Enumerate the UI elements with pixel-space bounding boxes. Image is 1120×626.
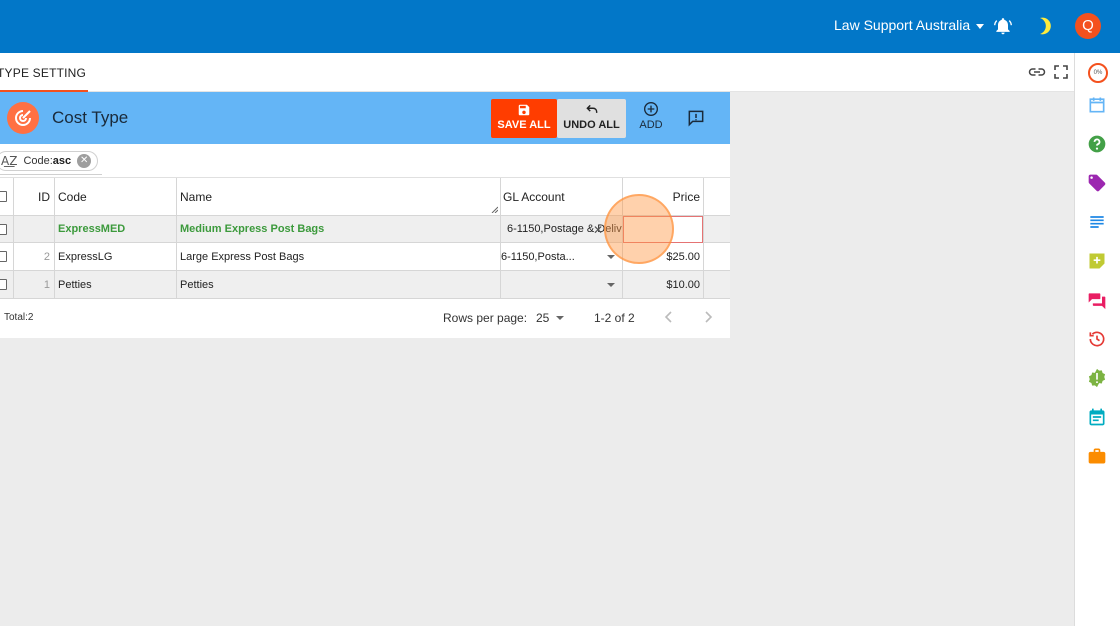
right-rail: 0%	[1074, 53, 1120, 626]
table-header-row: ID Code Name GL Account Price	[0, 177, 730, 216]
feedback-icon[interactable]	[686, 108, 706, 128]
col-header-name[interactable]: Name	[177, 178, 501, 215]
alert-badge-icon[interactable]	[1087, 368, 1107, 388]
sort-chip-key: Code:	[23, 155, 53, 167]
undo-icon	[585, 104, 597, 113]
select-all-checkbox[interactable]	[0, 191, 7, 202]
dark-mode-moon-icon[interactable]	[1035, 15, 1055, 37]
clear-icon[interactable]: ✕	[593, 223, 603, 237]
panel-header: Cost Type SAVE ALL UNDO ALL ADD	[0, 92, 730, 144]
help-icon[interactable]	[1087, 134, 1107, 154]
price-input[interactable]	[623, 216, 703, 243]
row-checkbox[interactable]	[0, 223, 7, 235]
add-button[interactable]: ADD	[634, 100, 668, 138]
tab-strip: TYPE SETTING	[0, 53, 1074, 92]
total-count: Total:2	[4, 312, 34, 323]
rows-per-page-label: Rows per page:	[443, 311, 528, 325]
panel-title: Cost Type	[52, 108, 129, 127]
row-actions-cell	[704, 243, 730, 270]
notification-bell-icon[interactable]	[993, 15, 1013, 37]
col-header-actions	[704, 178, 730, 215]
link-icon[interactable]	[1028, 65, 1046, 79]
sort-chip-bar: A͟Z Code: asc ✕	[0, 144, 730, 176]
progress-ring[interactable]: 0%	[1088, 63, 1108, 83]
caret-down-icon	[556, 316, 565, 320]
row-actions-cell: +	[704, 216, 730, 242]
briefcase-icon[interactable]	[1087, 446, 1107, 466]
col-header-price[interactable]: Price	[623, 178, 704, 215]
gl-account-select[interactable]: 6-1150,Posta...	[501, 243, 623, 270]
page-range: 1-2 of 2	[594, 311, 635, 325]
dropdown-caret-icon	[607, 282, 615, 287]
sort-chip-value: asc	[52, 155, 72, 167]
row-select-cell[interactable]	[0, 243, 14, 270]
chat-icon[interactable]	[1087, 290, 1107, 310]
tag-icon[interactable]	[1087, 173, 1107, 193]
add-label: ADD	[639, 119, 663, 131]
sort-az-icon: A͟Z	[1, 154, 18, 168]
tab-type-setting[interactable]: TYPE SETTING	[0, 53, 88, 92]
target-icon	[15, 110, 31, 126]
org-name: Law Support Australia	[834, 17, 971, 33]
history-icon[interactable]	[1087, 329, 1107, 349]
col-header-gl-account[interactable]: GL Account	[501, 178, 623, 215]
calendar-icon[interactable]	[1087, 95, 1107, 115]
fullscreen-icon[interactable]	[1054, 65, 1068, 79]
top-bar: Law Support Australia Q	[0, 0, 1120, 53]
cell-price[interactable]: $10.00	[623, 271, 704, 298]
select-all-cell[interactable]	[0, 178, 14, 215]
row-checkbox[interactable]	[0, 251, 7, 262]
cell-price[interactable]: $25.00	[623, 243, 704, 270]
gl-account-select[interactable]: 6-1150,Postage & Deliv ✕	[501, 216, 623, 242]
row-select-cell[interactable]	[0, 271, 14, 298]
save-all-button[interactable]: SAVE ALL	[491, 99, 557, 138]
col-header-code[interactable]: Code	[55, 178, 177, 215]
table-row: 1 Petties Petties $10.00	[0, 271, 730, 299]
chevron-right-icon[interactable]	[700, 309, 716, 325]
divider	[0, 174, 102, 175]
cell-name[interactable]: Large Express Post Bags	[177, 243, 501, 270]
caret-down-icon	[976, 23, 985, 29]
cell-name[interactable]: Medium Express Post Bags	[177, 216, 501, 242]
col-header-name-label: Name	[180, 189, 213, 204]
cell-code[interactable]: ExpressMED	[55, 216, 177, 242]
cell-name[interactable]: Petties	[177, 271, 501, 298]
app-logo	[7, 102, 39, 134]
resize-handle-icon[interactable]	[491, 206, 498, 213]
cell-id: 1	[14, 271, 55, 298]
gl-account-value: 6-1150,Posta...	[501, 250, 575, 263]
cell-id	[14, 216, 55, 242]
notes-list-icon[interactable]	[1087, 212, 1107, 232]
save-icon	[518, 104, 530, 116]
table-row: 2 ExpressLG Large Express Post Bags 6-11…	[0, 243, 730, 271]
add-circle-icon	[644, 102, 658, 116]
chevron-left-icon[interactable]	[661, 309, 677, 325]
event-calendar-icon[interactable]	[1087, 407, 1107, 427]
sticky-note-icon[interactable]	[1087, 251, 1107, 271]
user-avatar[interactable]: Q	[1075, 13, 1101, 39]
cell-code[interactable]: Petties	[55, 271, 177, 298]
tab-label: TYPE SETTING	[0, 66, 87, 80]
gl-account-value: 6-1150,Postage & Deliv	[507, 223, 622, 235]
table-footer: Total:2 Rows per page: 25 1-2 of 2	[0, 299, 730, 338]
col-header-id[interactable]: ID	[14, 178, 55, 215]
row-actions-cell	[704, 271, 730, 298]
undo-all-button[interactable]: UNDO ALL	[557, 99, 626, 138]
dropdown-caret-icon	[607, 254, 615, 259]
cell-code[interactable]: ExpressLG	[55, 243, 177, 270]
cost-type-panel: Cost Type SAVE ALL UNDO ALL ADD A͟Z Code…	[0, 92, 730, 338]
row-select-cell[interactable]	[0, 216, 14, 242]
undo-all-label: UNDO ALL	[563, 119, 620, 131]
cell-id: 2	[14, 243, 55, 270]
row-checkbox[interactable]	[0, 279, 7, 290]
save-all-label: SAVE ALL	[497, 119, 551, 131]
org-switcher[interactable]: Law Support Australia	[834, 17, 985, 33]
rows-per-page-value: 25	[536, 311, 550, 325]
table-row: ExpressMED Medium Express Post Bags 6-11…	[0, 216, 730, 243]
sort-chip[interactable]: A͟Z Code: asc ✕	[0, 151, 99, 171]
remove-sort-icon[interactable]: ✕	[77, 154, 92, 168]
rows-per-page-select[interactable]: 25	[536, 311, 565, 325]
gl-account-select[interactable]	[501, 271, 623, 298]
